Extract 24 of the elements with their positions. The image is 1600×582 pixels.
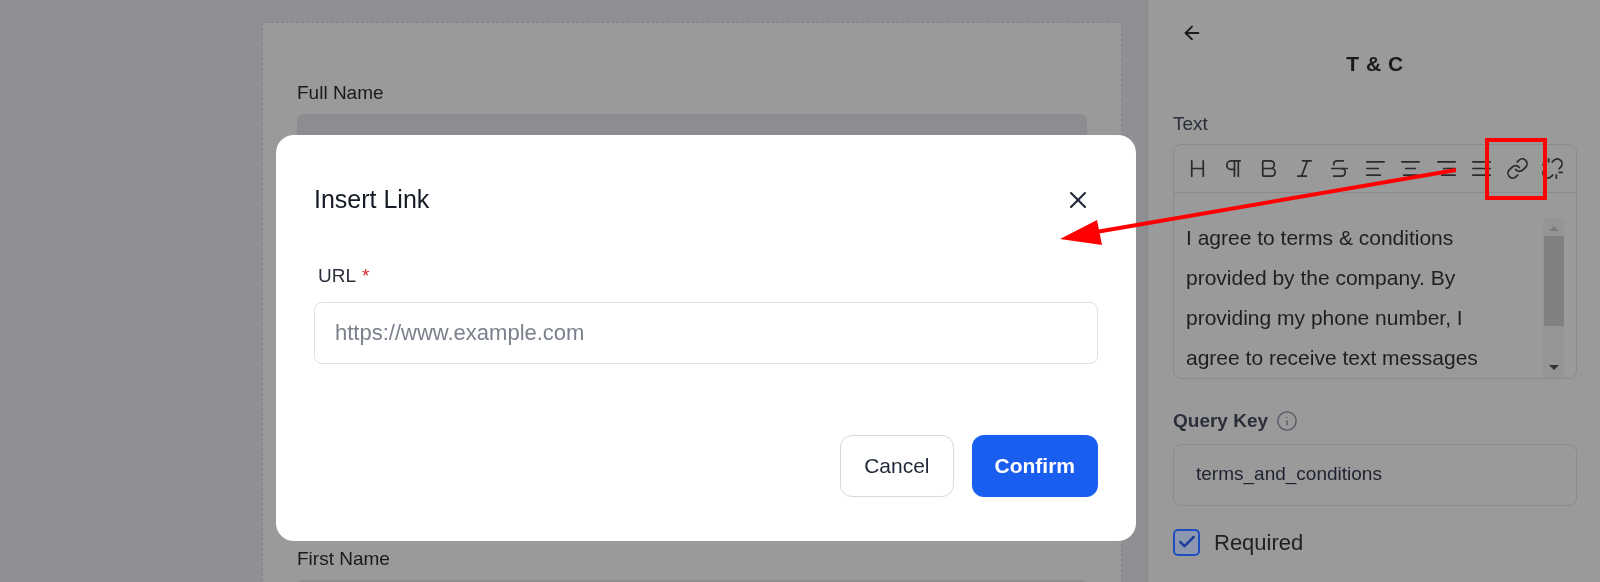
required-mark: * xyxy=(362,263,370,288)
unlink-icon[interactable] xyxy=(1541,157,1564,180)
panel-title: T & C xyxy=(1346,51,1404,77)
field-label: Query Key xyxy=(1173,409,1269,433)
checkbox-label: Required xyxy=(1214,528,1304,557)
field-label: Text xyxy=(1173,111,1208,136)
editor-text-line: agree to receive text messages xyxy=(1186,345,1478,371)
field-label: Full Name xyxy=(297,81,384,105)
dialog-title: Insert Link xyxy=(314,184,430,215)
field-label: URL xyxy=(318,263,356,288)
highlight-frame xyxy=(1485,138,1547,200)
input-field[interactable]: terms_and_conditions xyxy=(1173,443,1577,506)
editor-text-line: provided by the company. By xyxy=(1186,265,1456,291)
link-icon[interactable] xyxy=(1505,157,1529,180)
info-icon[interactable] xyxy=(1276,410,1299,433)
checkbox[interactable] xyxy=(1173,528,1200,556)
editor-text-line: I agree to terms & conditions xyxy=(1186,225,1454,251)
confirm-button[interactable]: Confirm xyxy=(971,435,1098,497)
field-label: First Name xyxy=(297,547,390,571)
cancel-button[interactable]: Cancel xyxy=(840,435,954,497)
text-editor[interactable]: I agree to terms & conditions provided by the company. By providing my phone number, I agree to receive text messages xyxy=(1173,144,1577,379)
strikethrough-icon[interactable] xyxy=(1328,157,1351,180)
url-input-field[interactable]: https://www.example.com xyxy=(314,302,1098,364)
editor-text-line: providing my phone number, I xyxy=(1186,305,1463,331)
